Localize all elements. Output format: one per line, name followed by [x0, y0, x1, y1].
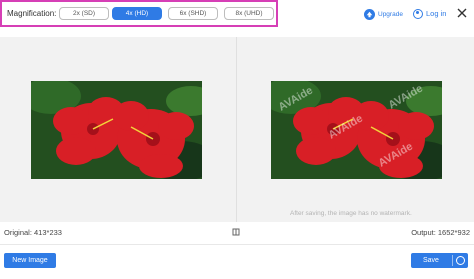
- save-button[interactable]: Save: [411, 253, 468, 268]
- output-image: AVAide AVAide AVAide AVAide: [271, 81, 442, 179]
- login-label: Log in: [426, 9, 447, 18]
- original-preview-panel: [0, 37, 236, 222]
- original-size: Original: 413*233: [4, 228, 62, 237]
- save-separator: [452, 255, 453, 266]
- original-image: [31, 81, 202, 179]
- clock-icon[interactable]: [456, 256, 465, 265]
- magnification-label: Magnification:: [7, 9, 57, 18]
- watermark-note: After saving, the image has no watermark…: [290, 210, 412, 217]
- top-toolbar: Magnification: 2x (SD) 4x (HD) 6x (SHD) …: [0, 0, 474, 30]
- user-icon: [413, 8, 423, 19]
- login-link[interactable]: Log in: [413, 7, 446, 20]
- save-label: Save: [423, 257, 439, 264]
- bottom-action-bar: New Image Save: [0, 244, 474, 279]
- upgrade-label: Upgrade: [378, 10, 403, 18]
- output-preview-panel: AVAide AVAide AVAide AVAide After saving…: [237, 37, 474, 222]
- magnification-selector: Magnification: 2x (SD) 4x (HD) 6x (SHD) …: [0, 0, 278, 27]
- close-icon[interactable]: [455, 6, 469, 20]
- mag-option-6x[interactable]: 6x (SHD): [168, 7, 218, 20]
- new-image-button[interactable]: New Image: [4, 253, 56, 268]
- upgrade-arrow-icon: [364, 8, 375, 20]
- output-size: Output: 1652*932: [411, 228, 470, 237]
- mag-option-2x[interactable]: 2x (SD): [59, 7, 109, 20]
- mag-option-8x[interactable]: 8x (UHD): [224, 7, 274, 20]
- compare-icon[interactable]: [232, 228, 240, 236]
- size-status-bar: Original: 413*233 Output: 1652*932: [0, 222, 474, 244]
- upgrade-link[interactable]: Upgrade: [364, 8, 403, 20]
- mag-option-4x[interactable]: 4x (HD): [112, 7, 162, 20]
